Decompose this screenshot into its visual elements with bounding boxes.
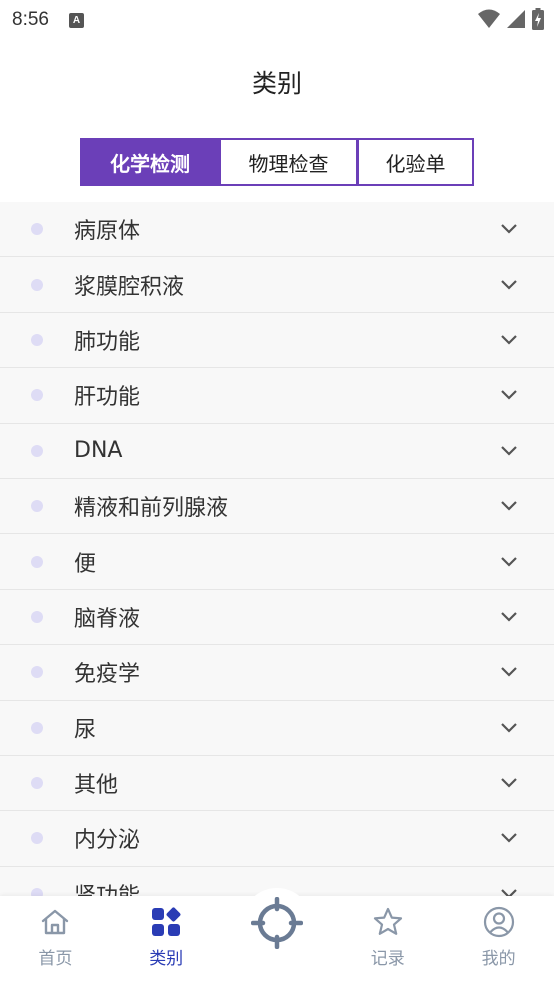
list-item-label: 浆膜腔积液 xyxy=(74,274,185,300)
chevron-down-icon xyxy=(501,279,517,290)
list-item[interactable]: 尿 xyxy=(0,701,554,756)
list-item[interactable]: 其他 xyxy=(0,756,554,812)
chevron-down-icon xyxy=(501,224,517,234)
list-item-label: 其他 xyxy=(74,773,119,799)
status-icons xyxy=(478,8,544,30)
tab-chemical-test[interactable]: 化学检测 xyxy=(80,138,220,186)
list-item[interactable]: 肺功能 xyxy=(0,313,554,369)
bullet-dot-icon xyxy=(31,444,43,457)
list-item-label: 免疫学 xyxy=(74,662,141,688)
category-tabs: 化学检测 物理检查 化验单 xyxy=(80,138,474,186)
nav-home[interactable]: 首页 xyxy=(0,896,111,984)
bullet-dot-icon xyxy=(31,500,43,513)
chevron-down-icon xyxy=(501,335,517,345)
list-item-label: 内分泌 xyxy=(74,828,141,854)
chevron-down-icon xyxy=(501,722,517,733)
nav-category-label: 类别 xyxy=(149,949,184,969)
bullet-dot-icon xyxy=(31,278,43,291)
list-item[interactable]: 精液和前列腺液 xyxy=(0,479,554,535)
bullet-dot-icon xyxy=(31,389,43,402)
chevron-down-icon xyxy=(501,889,517,896)
list-item[interactable]: 病原体 xyxy=(0,202,554,258)
chevron-down-icon xyxy=(501,556,517,567)
list-item-label: 肝功能 xyxy=(74,385,141,411)
bullet-dot-icon xyxy=(31,555,43,568)
list-item-label: 病原体 xyxy=(74,219,141,245)
list-item[interactable]: 内分泌 xyxy=(0,811,554,867)
list-item[interactable]: 浆膜腔积液 xyxy=(0,257,554,313)
list-item[interactable]: 肝功能 xyxy=(0,368,554,424)
crosshair-icon xyxy=(250,897,303,949)
nav-category[interactable]: 类别 xyxy=(111,896,222,984)
chevron-down-icon xyxy=(501,833,517,844)
nav-home-label: 首页 xyxy=(38,949,73,969)
bullet-dot-icon xyxy=(31,610,43,623)
tab-lab-report[interactable]: 化验单 xyxy=(357,138,474,186)
status-time: 8:56 xyxy=(12,9,49,30)
nav-mine-label: 我的 xyxy=(481,949,516,969)
status-bar: 8:56 A xyxy=(0,0,554,40)
page-title: 类别 xyxy=(251,69,302,98)
list-item[interactable]: DNA xyxy=(0,424,554,479)
list-item-label: DNA xyxy=(74,438,123,464)
bullet-dot-icon xyxy=(31,832,43,845)
list-item[interactable]: 便 xyxy=(0,534,554,590)
chevron-down-icon xyxy=(501,390,517,400)
nav-record[interactable]: 记录 xyxy=(332,896,443,984)
nav-center xyxy=(222,888,333,984)
nav-mine[interactable]: 我的 xyxy=(443,896,554,984)
home-icon xyxy=(42,909,69,935)
chevron-down-icon xyxy=(501,667,517,677)
list-item-label: 尿 xyxy=(74,717,97,743)
chevron-down-icon xyxy=(501,445,517,456)
notification-a-icon: A xyxy=(68,12,84,28)
user-icon xyxy=(483,906,514,938)
bullet-dot-icon xyxy=(31,223,43,236)
wifi-icon xyxy=(478,9,500,28)
battery-icon xyxy=(532,8,544,30)
list-item-label: 肾功能 xyxy=(74,878,140,896)
chevron-down-icon xyxy=(501,612,517,622)
bottom-nav: 首页 类别 记录 我的 xyxy=(0,888,554,984)
star-icon xyxy=(373,907,402,935)
locate-button[interactable] xyxy=(241,888,312,958)
list-item-label: 脑脊液 xyxy=(74,606,141,632)
chevron-down-icon xyxy=(501,501,517,511)
page-header: 类别 xyxy=(0,40,554,124)
tab-physical-exam[interactable]: 物理检查 xyxy=(219,138,358,186)
nav-record-label: 记录 xyxy=(370,949,405,969)
chevron-down-icon xyxy=(501,778,517,788)
bullet-dot-icon xyxy=(31,721,43,734)
bullet-dot-icon xyxy=(31,777,43,790)
category-grid-icon xyxy=(152,907,181,936)
list-item-label: 便 xyxy=(74,551,97,577)
bullet-dot-icon xyxy=(31,887,43,896)
bullet-dot-icon xyxy=(31,666,43,679)
list-item-label: 肺功能 xyxy=(74,329,141,355)
signal-icon xyxy=(507,10,525,28)
bullet-dot-icon xyxy=(31,333,43,346)
list-item[interactable]: 免疫学 xyxy=(0,645,554,701)
list-item-label: 精液和前列腺液 xyxy=(74,496,229,522)
category-list[interactable]: 病原体 浆膜腔积液 肺功能 肝功能 DNA 精液和前列腺液 便 脑脊液 免疫学 … xyxy=(0,202,554,896)
list-item[interactable]: 脑脊液 xyxy=(0,590,554,646)
